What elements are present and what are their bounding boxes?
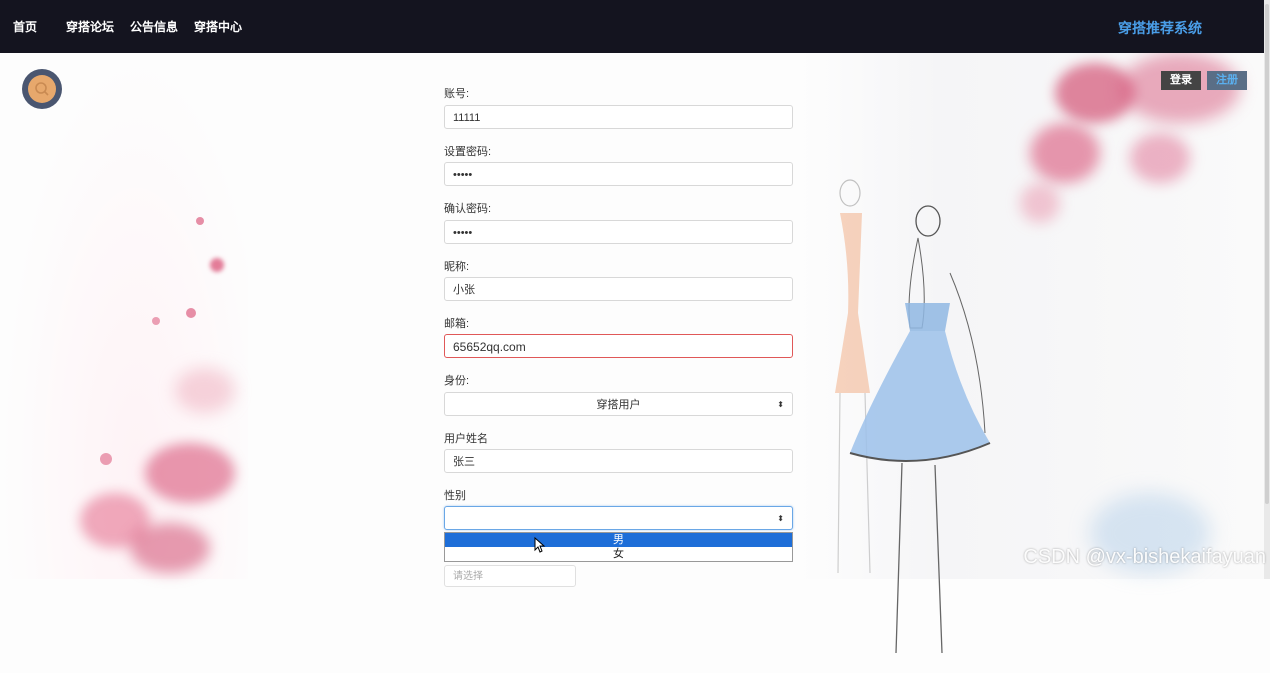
watermark-text: CSDN @vx-bishekaifayuan [1023,546,1266,568]
site-brand: 穿搭推荐系统 [1118,20,1202,36]
identity-label: 身份: [444,375,470,387]
register-button[interactable]: 注册 [1207,71,1247,90]
gender-dropdown: 男 女 [444,532,793,562]
real-name-label: 用户姓名 [444,433,488,445]
gender-label: 性别 [444,490,466,502]
email-input[interactable]: 65652qq.com [444,334,793,358]
gender-option-male[interactable]: 男 [445,533,792,547]
account-input[interactable]: 11111 [444,105,793,129]
extra-select[interactable]: 请选择 [444,565,576,587]
real-name-input[interactable]: 张三 [444,449,793,473]
nav-forum[interactable]: 穿搭论坛 [66,18,114,35]
password-input[interactable]: ••••• [444,162,793,186]
select-arrows-icon: ⬍ [777,400,784,409]
identity-select[interactable]: 穿搭用户 ⬍ [444,392,793,416]
nav-announcements[interactable]: 公告信息 [130,18,178,35]
identity-select-value: 穿搭用户 [596,399,641,411]
left-watercolor-decoration [0,53,248,579]
account-label: 账号: [444,88,470,100]
password-label: 设置密码: [444,146,492,158]
email-label: 邮箱: [444,318,470,330]
gender-select[interactable]: ⬍ [444,506,793,530]
page-scrollbar[interactable] [1264,0,1270,579]
gender-option-female[interactable]: 女 [445,547,792,561]
nav-outfit-center[interactable]: 穿搭中心 [194,18,242,35]
select-arrows-icon: ⬍ [777,514,784,523]
mouse-cursor-icon [534,537,546,553]
confirm-password-input[interactable]: ••••• [444,220,793,244]
scrollbar-thumb[interactable] [1265,4,1269,504]
nickname-label: 昵称: [444,261,470,273]
search-button[interactable] [22,69,62,109]
right-fashion-illustration [800,53,1270,654]
login-button[interactable]: 登录 [1161,71,1201,90]
search-icon [35,82,49,96]
nav-home[interactable]: 首页 [13,18,37,35]
confirm-password-label: 确认密码: [444,203,492,215]
nickname-input[interactable]: 小张 [444,277,793,301]
top-navbar: 首页 穿搭论坛 公告信息 穿搭中心 穿搭推荐系统 [0,0,1270,53]
